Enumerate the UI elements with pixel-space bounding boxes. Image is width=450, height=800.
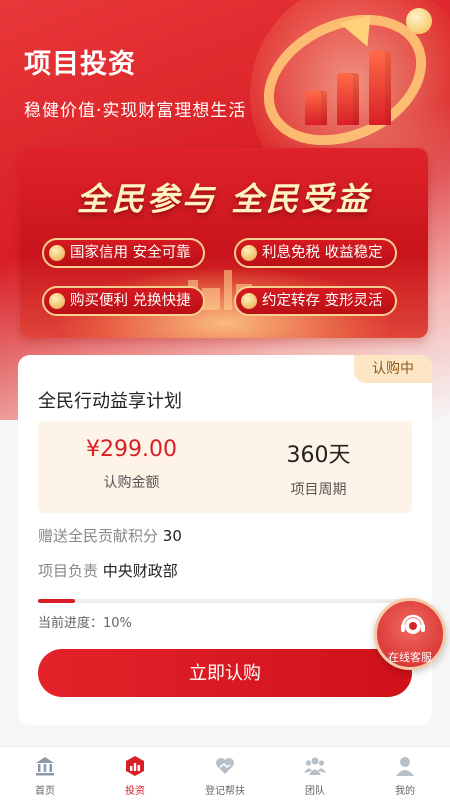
coin-icon bbox=[241, 293, 257, 309]
period-stat: 360天 项目周期 bbox=[225, 437, 412, 499]
tab-label: 投资 bbox=[125, 786, 145, 797]
period-label: 项目周期 bbox=[290, 482, 347, 498]
amount-stat: ¥299.00 认购金额 bbox=[38, 437, 225, 492]
tab-label: 团队 bbox=[305, 786, 325, 797]
product-stats: ¥299.00 认购金额 360天 项目周期 bbox=[38, 421, 412, 513]
page-title: 项目投资 bbox=[24, 49, 136, 80]
online-service-button[interactable]: 在线客服 bbox=[374, 598, 446, 670]
amount-value: ¥299.00 bbox=[86, 437, 177, 462]
bonus-label: 赠送全民贡献积分 bbox=[38, 527, 159, 545]
banner-feature: 购买便利 兑换快捷 bbox=[42, 286, 205, 316]
tab-invest[interactable]: 投资 bbox=[90, 755, 180, 797]
progress-fill bbox=[38, 599, 76, 603]
owner-value: 中央财政部 bbox=[102, 562, 178, 580]
tab-label: 首页 bbox=[35, 786, 55, 797]
tab-mine[interactable]: 我的 bbox=[360, 755, 450, 797]
coin-icon bbox=[406, 8, 432, 34]
bank-icon bbox=[36, 757, 54, 776]
bonus-row: 赠送全民贡献积分 30 bbox=[38, 525, 182, 546]
progress-bar bbox=[38, 599, 412, 603]
tab-home[interactable]: 首页 bbox=[0, 755, 90, 797]
product-card[interactable]: 认购中 全民行动益享计划 ¥299.00 认购金额 360天 项目周期 赠送全民… bbox=[18, 355, 432, 725]
progress-text: 当前进度：10% bbox=[38, 616, 132, 631]
team-icon bbox=[304, 757, 326, 775]
page-subtitle: 稳健价值·实现财富理想生活 bbox=[24, 101, 247, 121]
coin-icon bbox=[49, 293, 65, 309]
handshake-icon bbox=[216, 758, 234, 774]
owner-row: 项目负责 中央财政部 bbox=[38, 560, 178, 581]
banner-feature: 约定转存 变形灵活 bbox=[234, 286, 397, 316]
coin-icon bbox=[49, 245, 65, 261]
invest-icon bbox=[126, 756, 144, 776]
amount-label: 认购金额 bbox=[103, 475, 160, 491]
status-badge: 认购中 bbox=[354, 355, 432, 383]
product-name: 全民行动益享计划 bbox=[38, 391, 182, 412]
owner-label: 项目负责 bbox=[38, 562, 99, 580]
tab-team[interactable]: 团队 bbox=[270, 755, 360, 797]
banner-headline: 全民参与 全民受益 bbox=[76, 180, 372, 218]
bottom-tab-bar: 首页 投资 登记帮扶 团队 我的 bbox=[0, 746, 450, 800]
coin-icon bbox=[241, 245, 257, 261]
promo-banner[interactable]: 全民参与 全民受益 国家信用 安全可靠 利息免税 收益稳定 购买便利 兑换快捷 … bbox=[20, 148, 428, 338]
bonus-value: 30 bbox=[162, 527, 182, 545]
growth-chart-icon bbox=[305, 45, 395, 125]
user-icon bbox=[396, 757, 414, 776]
tab-register-help[interactable]: 登记帮扶 bbox=[180, 755, 270, 797]
service-label: 在线客服 bbox=[388, 651, 432, 664]
banner-feature: 利息免税 收益稳定 bbox=[234, 238, 397, 268]
buy-button[interactable]: 立即认购 bbox=[38, 649, 412, 697]
headset-icon bbox=[401, 614, 425, 634]
period-value: 360天 bbox=[286, 443, 351, 468]
tab-label: 我的 bbox=[395, 786, 415, 797]
banner-feature: 国家信用 安全可靠 bbox=[42, 238, 205, 268]
tab-label: 登记帮扶 bbox=[205, 786, 245, 797]
